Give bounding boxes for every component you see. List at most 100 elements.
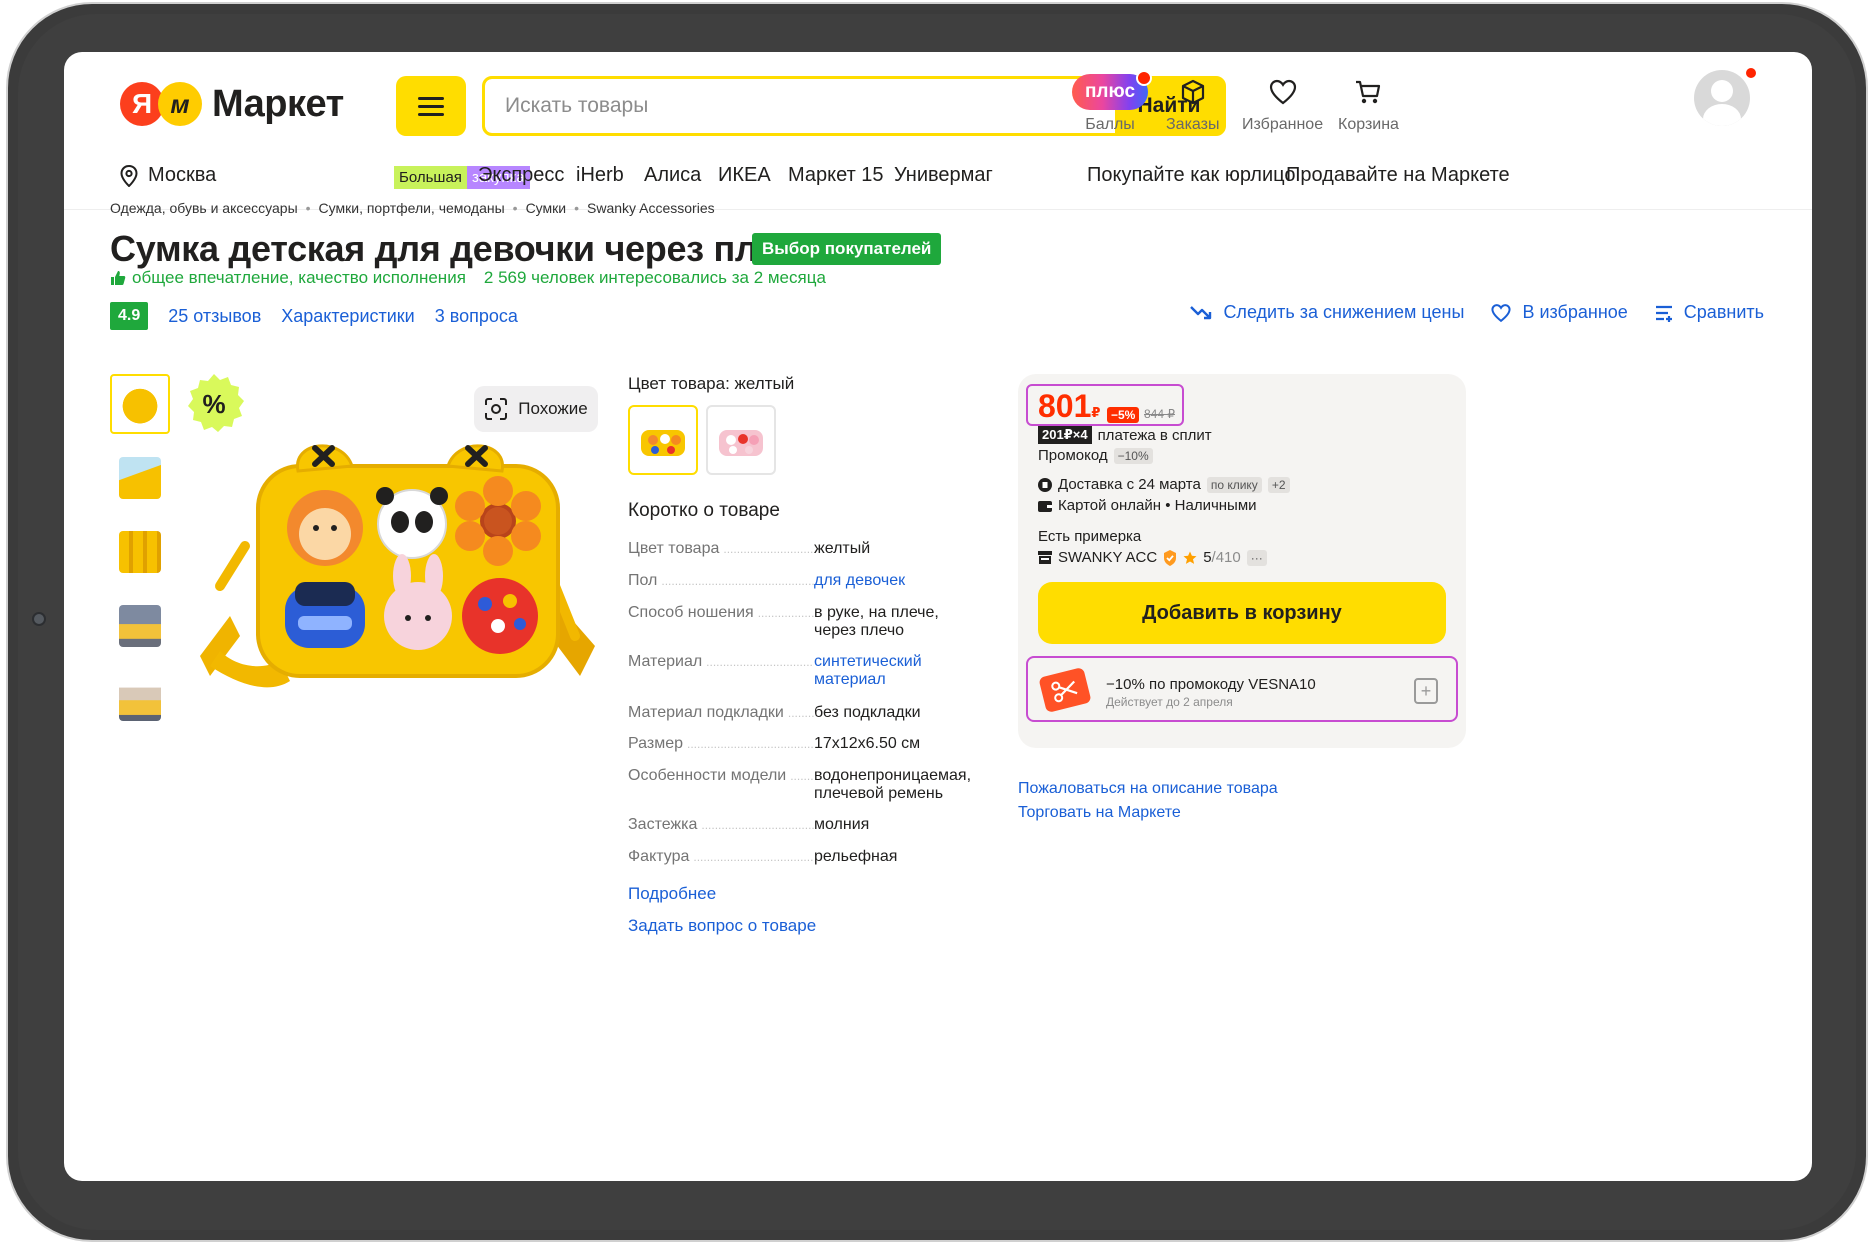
spec-row: Пол для девочек bbox=[628, 572, 978, 590]
logo-m-icon: м bbox=[158, 82, 202, 126]
bulk-label-a: Большая bbox=[394, 166, 467, 189]
thumbnail[interactable] bbox=[110, 374, 170, 434]
specs-link[interactable]: Характеристики bbox=[281, 306, 414, 327]
promo-subtitle: Действует до 2 апреля bbox=[1106, 695, 1233, 709]
spec-row: Застежка молния bbox=[628, 816, 978, 834]
search-input[interactable] bbox=[485, 79, 1115, 133]
promo-row: Промокод −10% bbox=[1038, 447, 1153, 464]
avatar[interactable] bbox=[1694, 70, 1750, 126]
nav-item-ikea[interactable]: ИКЕА bbox=[718, 164, 771, 187]
fitting-text: Есть примерка bbox=[1038, 528, 1142, 545]
spec-key: Пол bbox=[628, 572, 814, 590]
color-swatch-pink[interactable] bbox=[706, 405, 776, 475]
thumbnail[interactable] bbox=[110, 670, 170, 730]
heart-icon bbox=[1491, 303, 1512, 322]
nav-item-express[interactable]: Экспресс bbox=[478, 164, 564, 187]
spec-key: Размер bbox=[628, 735, 814, 753]
nav-item-iherb[interactable]: iHerb bbox=[576, 164, 624, 187]
spec-row: Материал подкладки без подкладки bbox=[628, 704, 978, 722]
reviews-link[interactable]: 25 отзывов bbox=[168, 306, 261, 327]
seller-reviews: /410 bbox=[1211, 549, 1241, 566]
seller-row[interactable]: SWANKY ACC 5/410 ··· bbox=[1038, 549, 1267, 566]
spec-row: Особенности модели водонепроницаемая, пл… bbox=[628, 767, 978, 803]
spec-row: Материал синтетический материал bbox=[628, 653, 978, 689]
nav-item-sell[interactable]: Продавайте на Маркете bbox=[1286, 164, 1510, 187]
notification-dot bbox=[1744, 66, 1758, 80]
spec-row: Фактура рельефная bbox=[628, 848, 978, 866]
thumbnail-image bbox=[119, 605, 161, 647]
nav-item-market15[interactable]: Маркет 15 bbox=[788, 164, 884, 187]
discount-badge-text: % bbox=[202, 389, 225, 419]
complain-link[interactable]: Пожаловаться на описание товара bbox=[1018, 780, 1278, 798]
add-favorite-button[interactable]: В избранное bbox=[1490, 302, 1628, 323]
nav-item-univermag[interactable]: Универмаг bbox=[894, 164, 993, 187]
seller-more-button[interactable]: ··· bbox=[1246, 549, 1267, 566]
breadcrumb-item[interactable]: Swanky Accessories bbox=[587, 200, 715, 216]
spec-value: водонепроницаемая, плечевой ремень bbox=[814, 767, 972, 802]
more-specs-link[interactable]: Подробнее bbox=[628, 884, 716, 904]
plus-badge: плюс bbox=[1072, 70, 1152, 110]
praise-text: общее впечатление, качество исполнения bbox=[132, 268, 466, 287]
box-icon bbox=[1179, 72, 1207, 112]
discount-badge-icon: % bbox=[188, 374, 244, 432]
city-label: Москва bbox=[148, 164, 217, 186]
orders-link[interactable]: Заказы bbox=[1166, 72, 1219, 134]
plus-points[interactable]: плюс Баллы bbox=[1072, 70, 1152, 134]
verified-seller-icon bbox=[1164, 549, 1177, 566]
thumbnail[interactable] bbox=[110, 448, 170, 508]
track-price-button[interactable]: Следить за снижением цены bbox=[1189, 302, 1464, 323]
interest-text: 2 569 человек интересовались за 2 месяца bbox=[483, 268, 826, 287]
spec-value: молния bbox=[814, 816, 870, 833]
product-photo[interactable] bbox=[180, 436, 600, 696]
breadcrumb-item[interactable]: Сумки bbox=[526, 200, 567, 216]
thumbnail-image bbox=[119, 679, 161, 721]
promo-code-card[interactable]: −10% по промокоду VESNA10 Действует до 2… bbox=[1026, 656, 1458, 722]
ask-question-link[interactable]: Задать вопрос о товаре bbox=[628, 916, 816, 936]
thumbnail[interactable] bbox=[110, 596, 170, 656]
thumbnail[interactable] bbox=[110, 522, 170, 582]
similar-button[interactable]: Похожие bbox=[474, 386, 598, 432]
city-selector[interactable]: Москва bbox=[120, 164, 216, 187]
nav-item-alice[interactable]: Алиса bbox=[644, 164, 701, 187]
similar-label: Похожие bbox=[518, 399, 588, 418]
thumbnail-image bbox=[119, 383, 161, 425]
favorites-link[interactable]: Избранное bbox=[1242, 72, 1323, 134]
spec-key: Застежка bbox=[628, 816, 814, 834]
delivery-more[interactable]: +2 bbox=[1267, 476, 1290, 493]
compare-button[interactable]: Сравнить bbox=[1654, 302, 1764, 323]
subnav: Москва Большая закупка Экспресс iHerb Ал… bbox=[64, 158, 1812, 194]
spec-row: Способ ношения в руке, на плече, через п… bbox=[628, 604, 978, 640]
thumbnail-image bbox=[119, 457, 161, 499]
price-currency: ₽ bbox=[1091, 405, 1101, 420]
logo[interactable]: Я м Маркет bbox=[120, 82, 344, 126]
breadcrumb-item[interactable]: Сумки, портфели, чемоданы bbox=[319, 200, 505, 216]
split-row[interactable]: 201₽×4 платежа в сплит bbox=[1038, 426, 1212, 444]
cart-link[interactable]: Корзина bbox=[1338, 72, 1399, 134]
add-to-cart-button[interactable]: Добавить в корзину bbox=[1038, 582, 1446, 644]
shop-icon bbox=[1038, 551, 1052, 564]
catalog-menu-button[interactable] bbox=[396, 76, 466, 136]
promo-label: Промокод bbox=[1038, 447, 1108, 464]
spec-row: Цвет товара желтый bbox=[628, 540, 978, 558]
trade-link[interactable]: Торговать на Маркете bbox=[1018, 804, 1181, 822]
spec-value-link[interactable]: синтетический материал bbox=[814, 653, 978, 689]
highlights-row: общее впечатление, качество исполнения 2… bbox=[110, 268, 826, 288]
screen: Я м Маркет Найти плюс Баллы Заказы bbox=[64, 52, 1812, 1181]
add-promo-icon[interactable]: + bbox=[1414, 678, 1438, 704]
rating-badge[interactable]: 4.9 bbox=[110, 302, 149, 330]
menu-icon-bar bbox=[418, 104, 444, 108]
color-swatch-yellow[interactable] bbox=[628, 405, 698, 475]
questions-link[interactable]: 3 вопроса bbox=[435, 306, 518, 327]
breadcrumb-item[interactable]: Одежда, обувь и аксессуары bbox=[110, 200, 298, 216]
camera-icon bbox=[32, 612, 46, 626]
product-actions: Следить за снижением цены В избранное Ср… bbox=[1189, 302, 1764, 323]
cart-label: Корзина bbox=[1338, 116, 1399, 133]
swatch-image bbox=[641, 430, 685, 456]
nav-item-business[interactable]: Покупайте как юрлицо bbox=[1087, 164, 1295, 187]
spec-value-link[interactable]: для девочек bbox=[814, 572, 978, 590]
avatar-head bbox=[1711, 80, 1733, 102]
split-chip: 201₽×4 bbox=[1038, 426, 1092, 444]
page-title: Сумка детская для девочки через плечо bbox=[110, 228, 819, 269]
favorites-label: Избранное bbox=[1242, 116, 1324, 133]
compare-label: Сравнить bbox=[1683, 302, 1764, 322]
